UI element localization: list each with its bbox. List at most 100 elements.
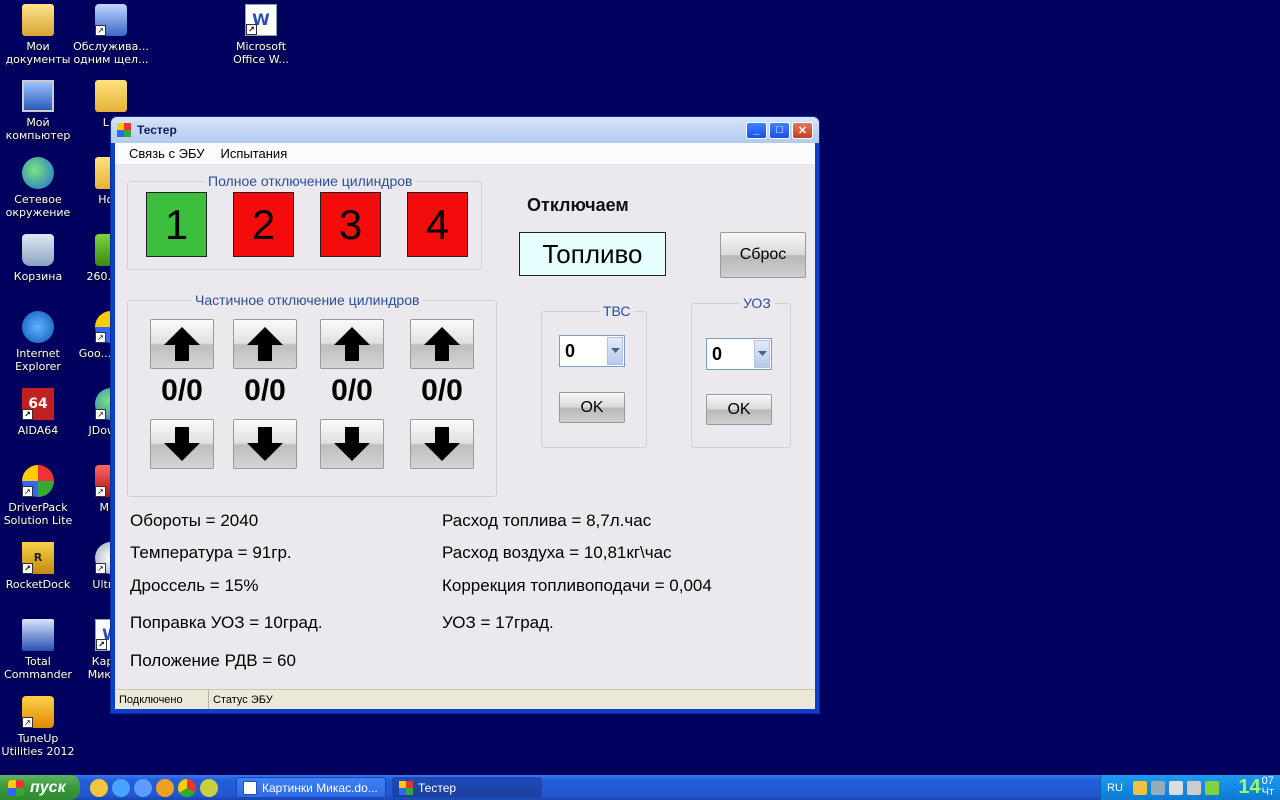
desktop-icon-word[interactable]: W ↗ Microsoft Office W... <box>223 4 299 66</box>
tvs-ok-button[interactable]: OK <box>559 392 625 423</box>
stat-rpm: Обороты = 2040 <box>130 511 259 530</box>
desktop-icon-label: RocketDock <box>5 578 71 591</box>
quick-launch-icon[interactable] <box>156 778 174 797</box>
quick-launch <box>90 778 222 797</box>
arrow-down-icon <box>164 427 200 461</box>
app-icon <box>117 123 131 137</box>
chevron-down-icon[interactable] <box>754 340 770 368</box>
desktop-icon-my-computer[interactable]: Мой компьютер <box>0 80 76 142</box>
desktop-icon-label: Мой компьютер <box>5 116 71 142</box>
cylinder-3-up-button[interactable] <box>320 319 384 369</box>
partial-cutoff-group-title: Частичное отключение цилиндров <box>192 292 423 308</box>
reset-button[interactable]: Сброс <box>720 232 806 278</box>
taskbar-item-label: Тестер <box>418 780 457 795</box>
desktop-icon-label: Сетевое окружение <box>5 193 71 219</box>
start-button[interactable]: пуск <box>0 775 80 800</box>
folder-icon <box>95 80 127 112</box>
clock-minute-day: 07 Чт <box>1262 776 1274 798</box>
cylinder-3-down-button[interactable] <box>320 419 384 469</box>
cylinder-2-toggle[interactable]: 2 <box>233 192 294 257</box>
tuneup-icon: ↗ <box>22 696 54 728</box>
windows-logo-icon <box>8 779 24 796</box>
taskbar-item-tester[interactable]: Тестер <box>392 777 542 798</box>
word-icon <box>243 780 257 795</box>
cutoff-mode-display[interactable]: Топливо <box>519 232 666 276</box>
arrow-up-icon <box>247 327 283 361</box>
desktop-icon-tuneup[interactable]: ↗ TuneUp Utilities 2012 <box>0 696 76 758</box>
uoz-ok-button[interactable]: OK <box>706 394 772 425</box>
total-commander-icon <box>22 619 54 651</box>
menu-tests[interactable]: Испытания <box>212 146 295 161</box>
stat-fuel-correction: Коррекция топливоподачи = 0,004 <box>442 576 712 595</box>
volume-icon[interactable] <box>1186 780 1201 795</box>
tvs-select-value: 0 <box>565 341 576 361</box>
desktop-icon-my-documents[interactable]: Мои документы <box>0 4 76 66</box>
taskbar-item-kartinki[interactable]: Картинки Микас.do... <box>236 777 386 798</box>
tester-window: Тестер _ □ ✕ Связь с ЭБУ Испытания Полно… <box>110 116 820 714</box>
cylinder-4-value: 0/0 <box>421 374 463 407</box>
internet-explorer-icon <box>22 311 54 343</box>
cylinder-4-down-button[interactable] <box>410 419 474 469</box>
window-client-area: Связь с ЭБУ Испытания Полное отключение … <box>115 143 815 709</box>
stat-ignition-correction: Поправка УОЗ = 10град. <box>130 613 323 632</box>
language-indicator[interactable]: RU <box>1107 782 1123 794</box>
close-button[interactable]: ✕ <box>792 121 813 139</box>
stat-idle-valve-position: Положение РДВ = 60 <box>130 651 296 670</box>
menu-ecu-connection[interactable]: Связь с ЭБУ <box>121 146 212 161</box>
cylinder-4-up-button[interactable] <box>410 319 474 369</box>
network-icon[interactable] <box>1150 780 1165 795</box>
minimize-button[interactable]: _ <box>746 121 767 139</box>
desktop-icon-label: AIDA64 <box>17 424 59 437</box>
uoz-select[interactable]: 0 <box>706 338 772 370</box>
tray-icon[interactable] <box>1132 780 1147 795</box>
stat-temperature: Температура = 91гр. <box>130 543 292 562</box>
tvs-group-title: ТВС <box>600 303 634 319</box>
desktop-icon-driverpack[interactable]: ↗ DriverPack Solution Lite <box>0 465 76 527</box>
internet-explorer-icon[interactable] <box>112 778 130 797</box>
app-icon <box>399 780 413 795</box>
chevron-down-icon[interactable] <box>607 337 623 365</box>
status-bar: Подключено Статус ЭБУ <box>115 689 815 709</box>
cylinder-1-down-button[interactable] <box>150 419 214 469</box>
chrome-icon[interactable] <box>178 778 196 797</box>
computer-icon <box>22 80 54 112</box>
cylinder-2-down-button[interactable] <box>233 419 297 469</box>
uoz-group: УОЗ 0 OK <box>691 295 791 448</box>
nvidia-icon[interactable] <box>1204 780 1219 795</box>
desktop-icon-ie[interactable]: Internet Explorer <box>0 311 76 373</box>
arrow-up-icon <box>424 327 460 361</box>
desktop-icon-rocketdock[interactable]: R ↗ RocketDock <box>0 542 76 591</box>
desktop-icon-label: Корзина <box>13 270 63 283</box>
tvs-select[interactable]: 0 <box>559 335 625 367</box>
tvs-group: ТВС 0 OK <box>541 303 647 448</box>
maximize-button[interactable]: □ <box>769 121 790 139</box>
window-title: Тестер <box>137 123 177 137</box>
desktop-icon-label: Internet Explorer <box>15 347 61 373</box>
desktop-icon-maintenance[interactable]: ↗ Обслужива... одним щел... <box>73 4 149 66</box>
quick-launch-icon[interactable] <box>200 778 218 797</box>
desktop-icon-total-commander[interactable]: Total Commander <box>0 619 76 681</box>
arrow-down-icon <box>334 427 370 461</box>
cylinder-2-up-button[interactable] <box>233 319 297 369</box>
cylinder-3-toggle[interactable]: 3 <box>320 192 381 257</box>
stat-ignition-angle: УОЗ = 17град. <box>442 613 554 632</box>
cylinder-4-toggle[interactable]: 4 <box>407 192 468 257</box>
stat-fuel-consumption: Расход топлива = 8,7л.час <box>442 511 652 530</box>
cutoff-heading: Отключаем <box>527 195 629 215</box>
stat-air-consumption: Расход воздуха = 10,81кг\час <box>442 543 672 562</box>
partial-cutoff-group: Частичное отключение цилиндров 0/0 0/0 0… <box>127 292 497 497</box>
desktop-icon-aida64[interactable]: 64 ↗ AIDA64 <box>0 388 76 437</box>
clock[interactable]: 14 07 Чт <box>1238 776 1274 799</box>
cylinder-1-up-button[interactable] <box>150 319 214 369</box>
quick-launch-icon[interactable] <box>90 778 108 797</box>
title-bar[interactable]: Тестер _ □ ✕ <box>111 117 819 143</box>
cylinder-1-toggle[interactable]: 1 <box>146 192 207 257</box>
desktop-icon-recycle-bin[interactable]: Корзина <box>0 234 76 283</box>
quick-launch-icon[interactable] <box>134 778 152 797</box>
desktop-icon-label: TuneUp Utilities 2012 <box>1 732 75 758</box>
taskbar: пуск Картинки Микас.do... Тестер RU 14 0… <box>0 775 1280 800</box>
desktop-icon-network[interactable]: Сетевое окружение <box>0 157 76 219</box>
recycle-bin-icon <box>22 234 54 266</box>
folder-icon <box>22 4 54 36</box>
tray-icon[interactable] <box>1168 780 1183 795</box>
